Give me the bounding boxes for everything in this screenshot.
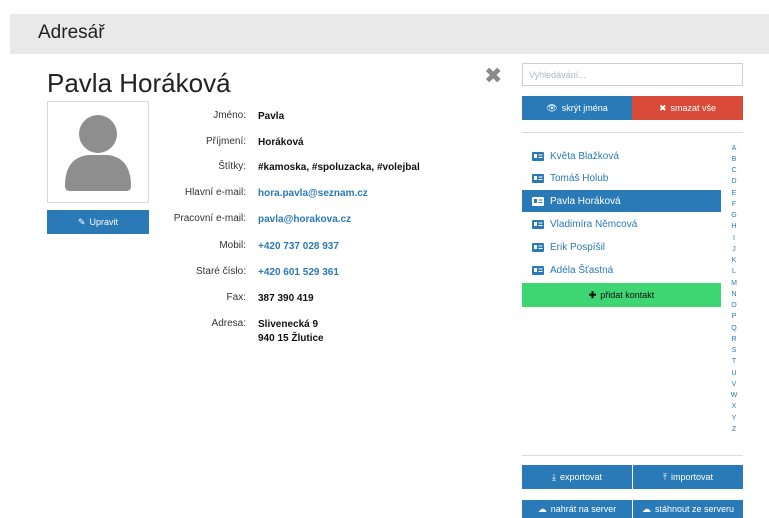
alphabet-letter-x[interactable]: X bbox=[729, 403, 739, 410]
field-value: #kamoska, #spoluzacka, #volejbal bbox=[258, 162, 420, 173]
address-line-2: 940 15 Žlutice bbox=[258, 333, 324, 344]
alphabet-letter-z[interactable]: Z bbox=[729, 426, 739, 433]
add-contact-button[interactable]: ✚ přidat kontakt bbox=[522, 283, 721, 307]
download-from-server-label: stáhnout ze serveru bbox=[654, 504, 735, 514]
alphabet-letter-b[interactable]: B bbox=[729, 156, 739, 163]
edit-contact-button[interactable]: ✎ Upravit bbox=[47, 210, 149, 234]
alphabet-letter-k[interactable]: K bbox=[729, 257, 739, 264]
alphabet-letter-h[interactable]: H bbox=[729, 223, 739, 230]
field-value: Pavla bbox=[258, 111, 285, 122]
field-label: Mobil: bbox=[219, 240, 246, 251]
upload-icon: ⤒ bbox=[662, 471, 667, 482]
contact-list-name: Adéla Šťastná bbox=[550, 264, 614, 276]
contact-list-item[interactable]: Adéla Šťastná bbox=[522, 259, 721, 281]
close-icon: ✖ bbox=[658, 102, 667, 113]
field-label: Příjmení: bbox=[205, 136, 246, 147]
alphabet-letter-f[interactable]: F bbox=[729, 201, 739, 208]
alphabet-letter-i[interactable]: I bbox=[729, 235, 739, 242]
contact-list-name: Tomáš Holub bbox=[550, 172, 609, 184]
edit-icon: ✎ bbox=[77, 216, 86, 227]
alphabet-letter-v[interactable]: V bbox=[729, 381, 739, 388]
alphabet-letter-w[interactable]: W bbox=[729, 392, 739, 399]
field-label: Fax: bbox=[226, 292, 246, 303]
alphabet-letter-g[interactable]: G bbox=[729, 212, 739, 219]
contact-card-icon bbox=[532, 173, 544, 183]
contact-list-item-active[interactable]: Pavla Horáková bbox=[522, 190, 721, 212]
field-label: Staré číslo: bbox=[195, 266, 246, 277]
eye-icon: 👁 bbox=[546, 102, 558, 113]
contact-card-icon bbox=[532, 151, 544, 161]
alphabet-letter-j[interactable]: J bbox=[729, 246, 739, 253]
contact-card-icon bbox=[532, 219, 544, 229]
hide-names-label: skrýt jména bbox=[561, 103, 608, 113]
old-number-link[interactable]: +420 601 529 361 bbox=[258, 266, 339, 279]
divider bbox=[522, 132, 743, 133]
field-value: Horáková bbox=[258, 137, 304, 148]
alphabet-letter-r[interactable]: R bbox=[729, 336, 739, 343]
contact-list-item[interactable]: Erik Pospíšil bbox=[522, 236, 721, 258]
export-button[interactable]: ⤓ exportovat bbox=[522, 465, 632, 489]
field-label: Pracovní e-mail: bbox=[173, 213, 246, 224]
mobile-phone-link[interactable]: +420 737 028 937 bbox=[258, 240, 339, 253]
contact-card-icon bbox=[532, 265, 544, 275]
cloud-download-icon: ☁ bbox=[641, 503, 651, 514]
plus-icon: ✚ bbox=[588, 289, 597, 300]
add-contact-label: přidat kontakt bbox=[600, 290, 655, 300]
contact-card-icon bbox=[532, 196, 544, 206]
delete-all-button[interactable]: ✖ smazat vše bbox=[632, 96, 743, 120]
alphabet-letter-y[interactable]: Y bbox=[729, 415, 739, 422]
app-title: Adresář bbox=[38, 22, 105, 43]
alphabet-letter-l[interactable]: L bbox=[729, 268, 739, 275]
export-label: exportovat bbox=[559, 472, 602, 482]
field-label: Adresa: bbox=[211, 318, 246, 329]
field-label: Štítky: bbox=[218, 161, 246, 172]
hide-names-button[interactable]: 👁 skrýt jména bbox=[522, 96, 632, 120]
import-button[interactable]: ⤒ importovat bbox=[633, 465, 743, 489]
download-icon: ⤓ bbox=[551, 471, 556, 482]
alphabet-letter-a[interactable]: A bbox=[729, 145, 739, 152]
contact-list-name: Květa Blažková bbox=[550, 150, 619, 162]
alphabet-letter-t[interactable]: T bbox=[729, 358, 739, 365]
main-email-link[interactable]: hora.pavla@seznam.cz bbox=[258, 187, 368, 200]
contact-list-item[interactable]: Vladimíra Němcová bbox=[522, 213, 721, 235]
contact-list-name: Vladimíra Němcová bbox=[550, 218, 638, 230]
alphabet-letter-q[interactable]: Q bbox=[729, 325, 739, 332]
work-email-link[interactable]: pavla@horakova.cz bbox=[258, 213, 351, 226]
upload-to-server-label: nahrát na server bbox=[550, 504, 617, 514]
alphabet-letter-c[interactable]: C bbox=[729, 167, 739, 174]
alphabet-letter-o[interactable]: O bbox=[729, 302, 739, 309]
alphabet-letter-u[interactable]: U bbox=[729, 370, 739, 377]
divider bbox=[522, 455, 743, 456]
close-icon[interactable]: ✖ bbox=[484, 65, 502, 87]
import-label: importovat bbox=[670, 472, 713, 482]
alphabet-letter-n[interactable]: N bbox=[729, 291, 739, 298]
app-header: Adresář bbox=[10, 14, 769, 54]
alphabet-letter-p[interactable]: P bbox=[729, 313, 739, 320]
user-silhouette-icon bbox=[65, 115, 131, 191]
alphabet-letter-e[interactable]: E bbox=[729, 190, 739, 197]
edit-button-label: Upravit bbox=[89, 217, 119, 227]
alphabet-letter-d[interactable]: D bbox=[729, 178, 739, 185]
field-value: 387 390 419 bbox=[258, 293, 314, 304]
contact-name-heading: Pavla Horáková bbox=[47, 68, 231, 98]
contact-list-item[interactable]: Květa Blažková bbox=[522, 145, 721, 167]
search-input[interactable] bbox=[522, 63, 743, 86]
contact-list-item[interactable]: Tomáš Holub bbox=[522, 167, 721, 189]
field-label: Hlavní e-mail: bbox=[184, 187, 246, 198]
address-line-1: Slivenecká 9 bbox=[258, 319, 319, 330]
avatar bbox=[47, 101, 149, 203]
cloud-upload-icon: ☁ bbox=[537, 503, 547, 514]
alphabet-letter-s[interactable]: S bbox=[729, 347, 739, 354]
field-label: Jméno: bbox=[213, 110, 246, 121]
alphabet-letter-m[interactable]: M bbox=[729, 280, 739, 287]
upload-to-server-button[interactable]: ☁ nahrát na server bbox=[522, 500, 632, 518]
delete-all-label: smazat vše bbox=[670, 103, 717, 113]
contact-list-name: Pavla Horáková bbox=[550, 195, 621, 207]
download-from-server-button[interactable]: ☁ stáhnout ze serveru bbox=[633, 500, 743, 518]
contact-list-name: Erik Pospíšil bbox=[550, 241, 606, 253]
contact-card-icon bbox=[532, 242, 544, 252]
